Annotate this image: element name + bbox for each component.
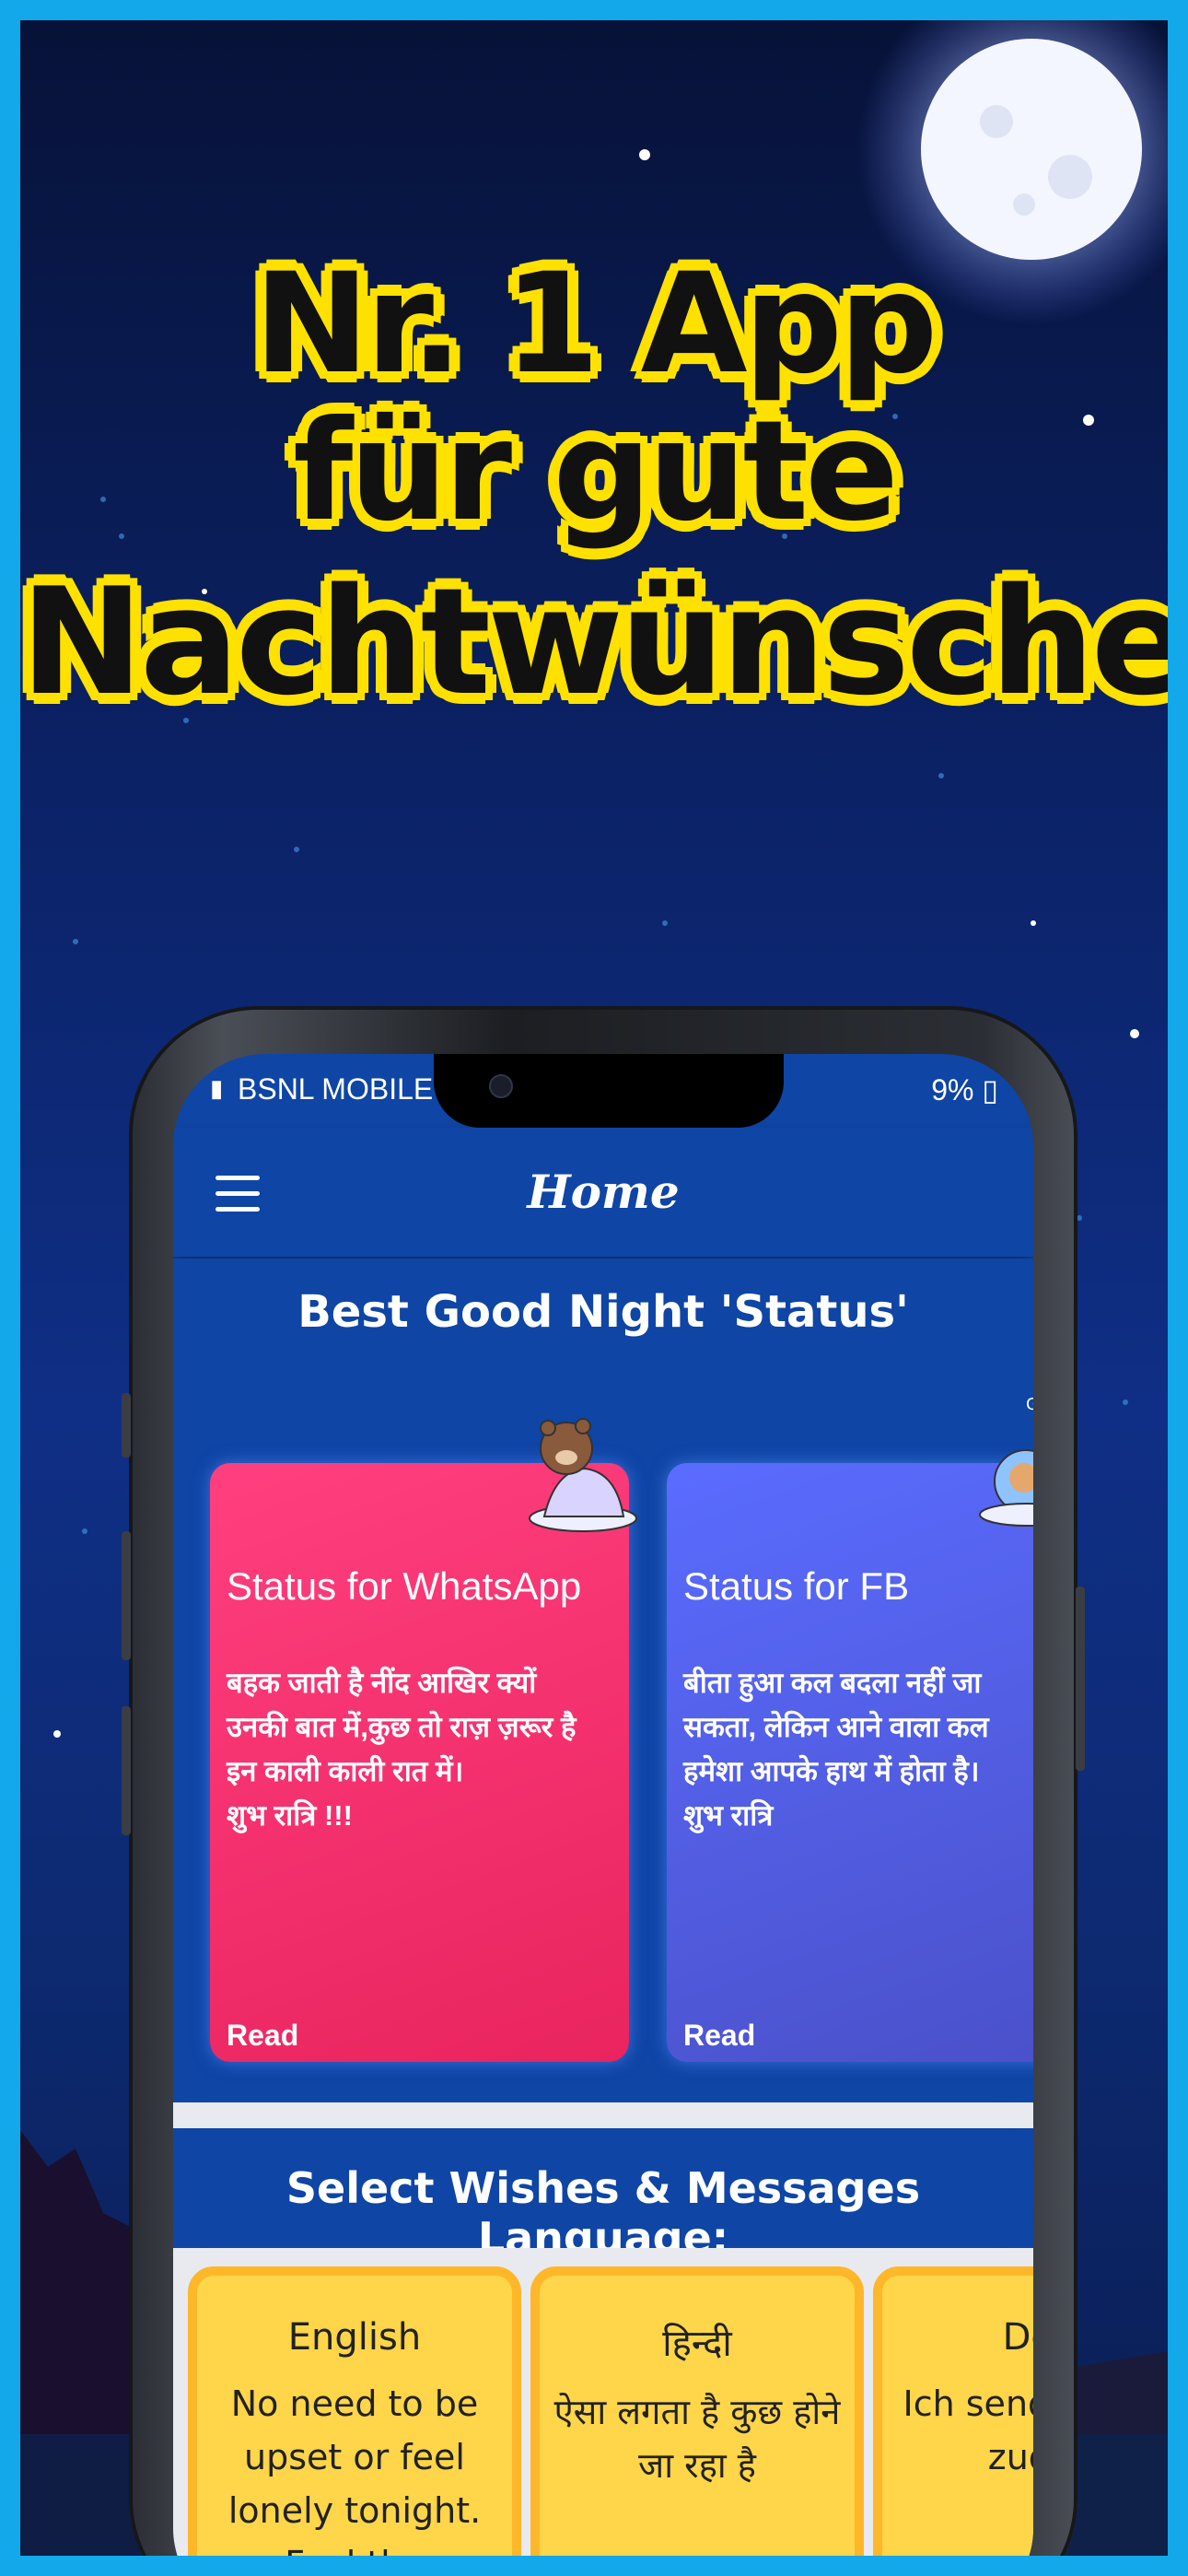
read-button[interactable]: Read bbox=[683, 2019, 755, 2053]
svg-text:Go: Go bbox=[1026, 1395, 1033, 1414]
language-section-header: Select Wishes & Messages Language: bbox=[173, 2128, 1033, 2263]
phone-button bbox=[122, 1706, 131, 1835]
phone-mockup: ▮ BSNL MOBILE 9% ▯ Home Best Good Night … bbox=[122, 1006, 1085, 2576]
read-button[interactable]: Read bbox=[227, 2019, 298, 2053]
language-name: English bbox=[287, 2316, 422, 2359]
language-cards-area: English No need to be upset or feel lone… bbox=[173, 2248, 1034, 2576]
sleeping-sticker: Go bbox=[979, 1395, 1033, 1527]
language-preview-text: ऐसा लगता है कुछ होने जा रहा है bbox=[553, 2392, 841, 2486]
carrier-name: BSNL MOBILE bbox=[238, 1072, 434, 1106]
language-preview-text: No need to be upset or feel lonely tonig… bbox=[227, 2383, 482, 2576]
battery-icon: ▯ bbox=[982, 1073, 998, 1107]
phone-screen: ▮ BSNL MOBILE 9% ▯ Home Best Good Night … bbox=[173, 1054, 1034, 2576]
language-name: हिन्दी bbox=[662, 2323, 732, 2365]
signal-icon: ▮ bbox=[210, 1074, 224, 1102]
promo-frame: Nr. 1 App für gute Nachtwünsche ▮ BSNL M… bbox=[0, 0, 1188, 2576]
language-card-hindi[interactable]: हिन्दी ऐसा लगता है कुछ होने जा रहा है bbox=[530, 2266, 864, 2556]
phone-notch bbox=[434, 1054, 784, 1128]
phone-button bbox=[122, 1531, 131, 1660]
page-title: Home bbox=[527, 1165, 680, 1219]
promo-headline: Nr. 1 App für gute Nachtwünsche bbox=[20, 251, 1168, 720]
status-section: Best Good Night 'Status' Status for What… bbox=[173, 1259, 1033, 2102]
camera-icon bbox=[489, 1074, 513, 1098]
language-card-deutsch[interactable]: Deu Ich send Wolke, zudec bbox=[873, 2266, 1034, 2556]
language-name: Deu bbox=[1002, 2316, 1033, 2359]
app-bar: Home bbox=[173, 1128, 1033, 1257]
card-heading: Status for WhatsApp bbox=[227, 1564, 582, 1608]
language-preview-text: Ich send Wolke, zudec bbox=[903, 2383, 1034, 2477]
whatsapp-status-card[interactable]: Status for WhatsApp बहक जाती है नींद आखि… bbox=[210, 1418, 637, 2062]
card-text: बहक जाती है नींद आखिर क्यों उनकी बात में… bbox=[227, 1667, 577, 1832]
card-heading: Status for FB bbox=[683, 1564, 910, 1608]
language-card-english[interactable]: English No need to be upset or feel lone… bbox=[188, 2266, 521, 2576]
sleeping-bear-sticker bbox=[529, 1418, 637, 1532]
status-section-title: Best Good Night 'Status' bbox=[297, 1286, 909, 1338]
battery-level: 9% ▯ bbox=[931, 1073, 998, 1107]
headline-line-1: Nr. 1 App bbox=[253, 244, 938, 404]
headline-line-2: für gute bbox=[293, 392, 899, 552]
section-divider bbox=[173, 2102, 1033, 2128]
phone-button bbox=[122, 1393, 131, 1458]
card-text: बीता हुआ कल बदला नहीं जा सकता, लेकिन आने… bbox=[683, 1667, 989, 1832]
moon bbox=[921, 39, 1142, 260]
headline-line-3: Nachtwünsche bbox=[20, 556, 1188, 728]
fb-status-card[interactable]: Go Status for FB बीता हुआ कल बदला नहीं ज… bbox=[667, 1395, 1033, 2062]
phone-button bbox=[1076, 1587, 1085, 1771]
